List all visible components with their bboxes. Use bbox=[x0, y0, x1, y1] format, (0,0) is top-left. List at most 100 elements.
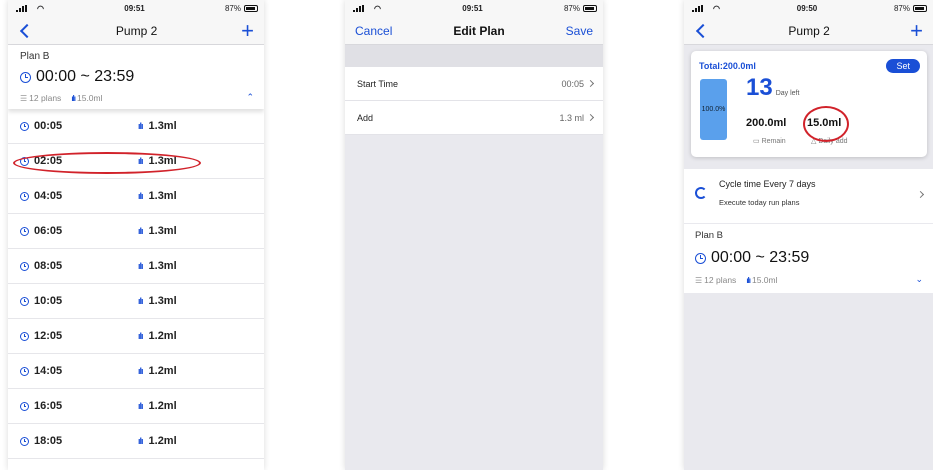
schedule-row[interactable]: 12:05 ılı 1.2ml bbox=[8, 319, 264, 354]
row-time: 08:05 bbox=[34, 260, 63, 272]
field-label: Start Time bbox=[357, 78, 399, 89]
row-amount: 1.3ml bbox=[148, 295, 177, 307]
set-button[interactable]: Set bbox=[886, 59, 920, 73]
add-icon[interactable]: + bbox=[910, 19, 923, 42]
add-icon[interactable]: + bbox=[241, 19, 254, 42]
field-label: Add bbox=[357, 112, 374, 123]
list-icon: ☰ bbox=[20, 93, 28, 103]
chevron-up-icon[interactable]: ⌃ bbox=[246, 92, 254, 103]
remain-label-text: Remain bbox=[761, 138, 786, 145]
chevron-right-icon bbox=[916, 190, 925, 199]
row-amount: 1.2ml bbox=[148, 400, 177, 412]
cycle-title: Cycle time Every 7 days bbox=[719, 179, 816, 189]
plan-count: 12 plans bbox=[704, 274, 737, 285]
bars-icon: ılı bbox=[138, 261, 143, 271]
row-time: 00:05 bbox=[34, 120, 63, 132]
schedule-list: 00:05 ılı 1.3ml 02:05 ılı 1.3ml 04:05 ılı 1… bbox=[8, 109, 264, 459]
chevron-right-icon bbox=[586, 79, 595, 88]
schedule-row[interactable]: 18:05 ılı 1.2ml bbox=[8, 424, 264, 459]
status-bar: ◠ 09:51 87% bbox=[8, 0, 264, 17]
row-time: 04:05 bbox=[34, 190, 63, 202]
save-button[interactable]: Save bbox=[566, 24, 593, 38]
bars-icon: ılı bbox=[138, 401, 143, 411]
row-time: 12:05 bbox=[34, 330, 63, 342]
back-icon[interactable] bbox=[695, 23, 711, 38]
total-volume: Total:200.0ml bbox=[699, 61, 756, 71]
status-bar: ◠ 09:50 87% bbox=[684, 0, 933, 17]
schedule-row[interactable]: 04:05 ılı 1.3ml bbox=[8, 179, 264, 214]
clock-icon bbox=[20, 121, 29, 131]
cancel-button[interactable]: Cancel bbox=[355, 24, 392, 38]
nav-bar: Pump 2 + bbox=[684, 17, 933, 45]
wifi-icon: ◠ bbox=[37, 4, 44, 13]
add-amount-field[interactable]: Add 1.3 ml bbox=[345, 101, 603, 135]
remain-value: 200.0ml bbox=[746, 117, 787, 129]
nav-bar: Pump 2 + bbox=[8, 17, 264, 45]
status-time: 09:51 bbox=[462, 4, 483, 13]
row-amount: 1.2ml bbox=[148, 365, 177, 377]
plan-amount: 15.0ml bbox=[76, 92, 103, 103]
schedule-row[interactable]: 08:05 ılı 1.3ml bbox=[8, 249, 264, 284]
field-value: 1.3 ml bbox=[559, 112, 584, 123]
schedule-row[interactable]: 02:05 ılı 1.3ml bbox=[8, 144, 264, 179]
clock-icon bbox=[20, 296, 29, 306]
status-time: 09:50 bbox=[796, 4, 818, 13]
row-time: 18:05 bbox=[34, 435, 63, 447]
battery-percent: 87% bbox=[563, 4, 580, 13]
schedule-row[interactable]: 06:05 ılı 1.3ml bbox=[8, 214, 264, 249]
nav-bar: Cancel Edit Plan Save bbox=[345, 17, 603, 45]
plan-count: 12 plans bbox=[29, 92, 62, 103]
schedule-row[interactable]: 00:05 ılı 1.3ml bbox=[8, 109, 264, 144]
phone-pump-overview: ◠ 09:50 87% Pump 2 + Total:200.0ml Set 1… bbox=[684, 0, 933, 470]
row-amount: 1.3ml bbox=[148, 225, 177, 237]
container-icon: ▭ bbox=[753, 138, 760, 145]
plan-summary[interactable]: Plan B 00:00 ~ 23:59 ☰ 12 plans ılı 15.0ml… bbox=[684, 224, 933, 293]
chevron-down-icon[interactable]: ⌄ bbox=[915, 274, 923, 285]
cycle-icon bbox=[695, 187, 707, 199]
row-amount: 1.3ml bbox=[148, 120, 177, 132]
wifi-icon: ◠ bbox=[374, 4, 381, 13]
days-left: 13 Day left bbox=[746, 74, 799, 102]
page-title: Edit Plan bbox=[453, 23, 505, 38]
clock-icon bbox=[20, 366, 29, 376]
schedule-row[interactable]: 10:05 ılı 1.3ml bbox=[8, 284, 264, 319]
plan-meta: ☰ 12 plans ılı 15.0ml ⌃ bbox=[20, 92, 254, 103]
days-left-label: Day left bbox=[775, 90, 800, 97]
battery-icon bbox=[583, 5, 597, 12]
start-time-field[interactable]: Start Time 00:05 bbox=[345, 67, 603, 101]
bars-icon: ılı bbox=[138, 331, 143, 341]
battery-percent: 87% bbox=[224, 4, 241, 13]
tank-percent: 100.0% bbox=[701, 106, 726, 113]
wifi-icon: ◠ bbox=[713, 4, 720, 13]
bars-icon: ılı bbox=[138, 296, 143, 306]
bars-icon: ılı bbox=[138, 366, 143, 376]
plan-header[interactable]: Plan B 00:00 ~ 23:59 ☰ 12 plans ılı 15.0ml… bbox=[8, 45, 264, 109]
page-title: Pump 2 bbox=[115, 23, 158, 38]
bars-icon: ılı bbox=[138, 191, 143, 201]
cycle-subtitle: Execute today run plans bbox=[719, 198, 800, 207]
phone-edit-plan: ◠ 09:51 87% Cancel Edit Plan Save Start … bbox=[345, 0, 603, 470]
clock-icon bbox=[20, 71, 31, 83]
plan-meta: ☰ 12 plans ılı 15.0ml ⌄ bbox=[695, 274, 923, 285]
bars-icon: ılı bbox=[138, 121, 143, 131]
row-time: 14:05 bbox=[34, 365, 63, 377]
row-amount: 1.3ml bbox=[148, 190, 177, 202]
plan-range-text: 00:00 ~ 23:59 bbox=[711, 249, 810, 266]
section-spacer bbox=[345, 45, 603, 67]
clock-icon bbox=[20, 436, 29, 446]
row-time: 06:05 bbox=[34, 225, 63, 237]
signal-icon bbox=[692, 5, 703, 12]
plan-time-range: 00:00 ~ 23:59 bbox=[695, 249, 923, 267]
row-time: 10:05 bbox=[34, 295, 63, 307]
schedule-row[interactable]: 14:05 ılı 1.2ml bbox=[8, 354, 264, 389]
field-value: 00:05 bbox=[561, 78, 584, 89]
bars-icon: ılı bbox=[71, 93, 76, 103]
cycle-time-row[interactable]: Cycle time Every 7 days Execute today ru… bbox=[684, 169, 933, 223]
page-title: Pump 2 bbox=[788, 23, 830, 38]
container-card: Total:200.0ml Set 100.0% 13 Day left 200… bbox=[691, 51, 927, 157]
clock-icon bbox=[20, 191, 29, 201]
back-icon[interactable] bbox=[19, 23, 35, 38]
phone-pump-plan-list: ◠ 09:51 87% Pump 2 + Plan B 00:00 ~ 23:5… bbox=[8, 0, 264, 470]
schedule-row[interactable]: 16:05 ılı 1.2ml bbox=[8, 389, 264, 424]
row-amount: 1.2ml bbox=[148, 330, 177, 342]
